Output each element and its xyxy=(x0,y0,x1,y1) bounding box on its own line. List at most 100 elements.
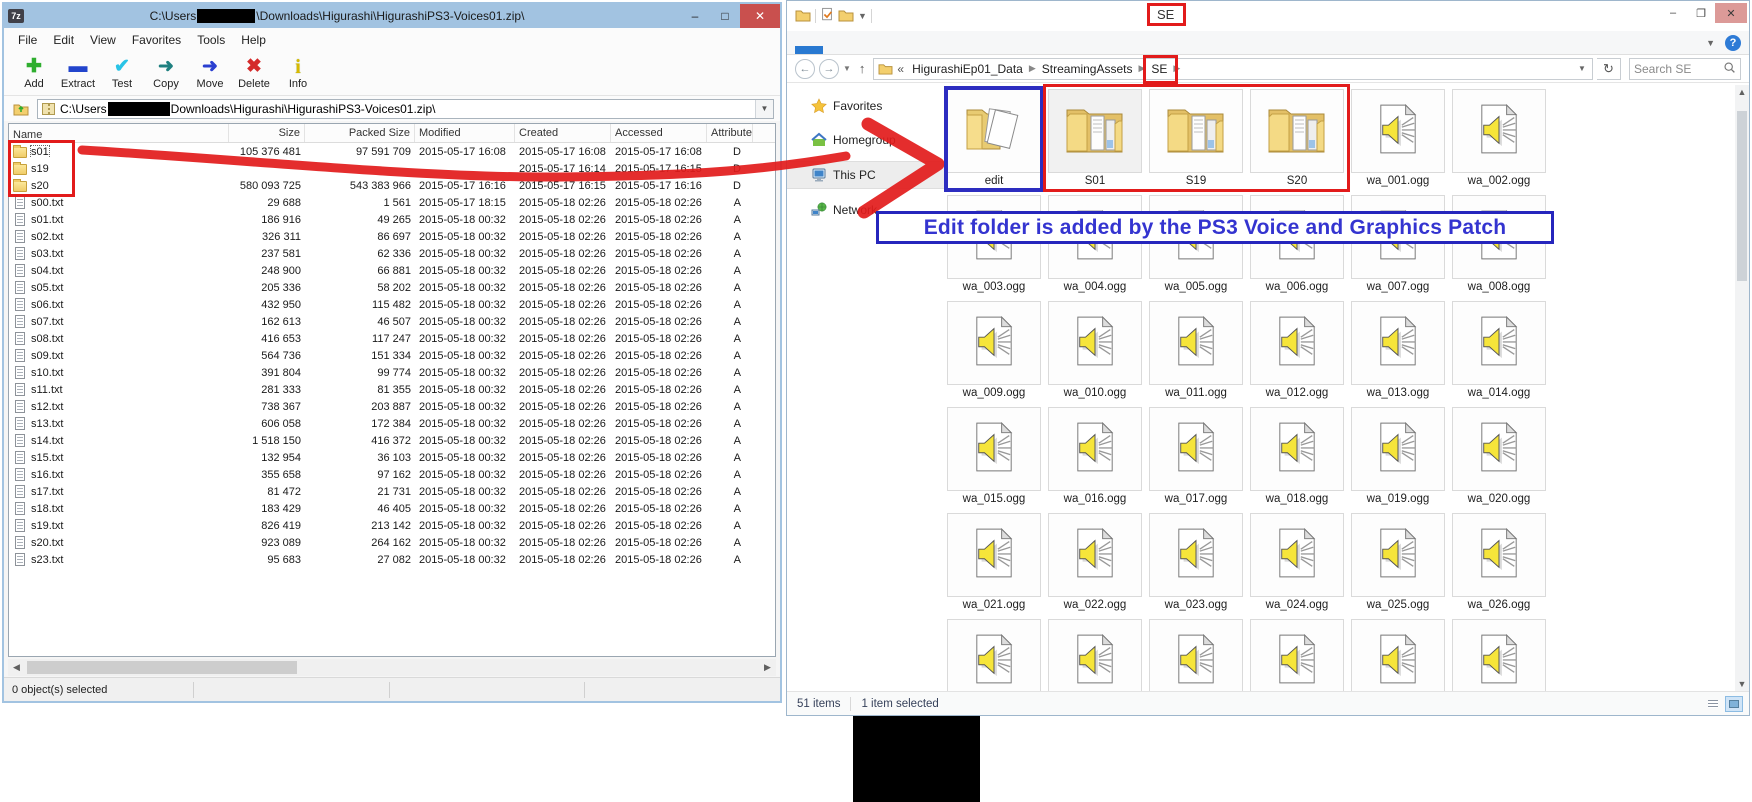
help-icon[interactable]: ? xyxy=(1725,35,1741,51)
file-tile[interactable]: wa_008.ogg xyxy=(1452,195,1546,295)
address-combobox[interactable]: C:\UsersDownloads\Higurashi\HigurashiPS3… xyxy=(37,99,774,119)
table-row[interactable]: s05.txt 205 336 58 202 2015-05-18 00:32 … xyxy=(9,279,775,296)
table-row[interactable]: s10.txt 391 804 99 774 2015-05-18 00:32 … xyxy=(9,364,775,381)
sidebar-item[interactable]: Favorites xyxy=(787,93,945,119)
refresh-button[interactable]: ↻ xyxy=(1597,58,1621,80)
menu-item[interactable]: Favorites xyxy=(124,30,189,50)
file-tile[interactable]: wa_022.ogg xyxy=(1048,513,1142,613)
scroll-left-icon[interactable]: ◀ xyxy=(8,662,25,673)
customize-qat-icon[interactable]: ▼ xyxy=(858,11,867,21)
folder-icon[interactable] xyxy=(795,8,811,25)
breadcrumb-overflow-icon[interactable]: « xyxy=(897,62,904,76)
table-row[interactable]: s00.txt 29 688 1 561 2015-05-17 18:15 20… xyxy=(9,194,775,211)
file-tile[interactable]: wa_003.ogg xyxy=(947,195,1041,295)
file-tile[interactable]: wa_012.ogg xyxy=(1250,301,1344,401)
toolbar-button[interactable]: ➜ Move xyxy=(188,57,232,90)
forward-button[interactable]: → xyxy=(819,59,839,79)
ribbon-tab[interactable] xyxy=(851,46,879,54)
file-tile[interactable]: wa_018.ogg xyxy=(1250,407,1344,507)
minimize-ribbon-icon[interactable]: ▼ xyxy=(1706,38,1715,48)
file-tile[interactable]: wa_019.ogg xyxy=(1351,407,1445,507)
menu-item[interactable]: Edit xyxy=(45,30,82,50)
file-tile[interactable]: wa_021.ogg xyxy=(947,513,1041,613)
file-tile[interactable] xyxy=(947,619,1041,691)
large-icons-view-icon[interactable] xyxy=(1725,696,1743,712)
sidebar-item[interactable]: This PC xyxy=(787,161,945,189)
toolbar-button[interactable]: ✖ Delete xyxy=(232,57,276,90)
file-tile[interactable]: wa_011.ogg xyxy=(1149,301,1243,401)
scrollbar-thumb[interactable] xyxy=(27,661,297,674)
table-row[interactable]: s04.txt 248 900 66 881 2015-05-18 00:32 … xyxy=(9,262,775,279)
table-row[interactable]: s15.txt 132 954 36 103 2015-05-18 00:32 … xyxy=(9,449,775,466)
menu-item[interactable]: Tools xyxy=(189,30,233,50)
toolbar-button[interactable]: ✔ Test xyxy=(100,57,144,90)
scroll-down-icon[interactable]: ▼ xyxy=(1734,679,1751,689)
table-row[interactable]: s19 2015-05-17 16:14 2015-05-17 16:15 D xyxy=(9,160,775,177)
file-tile[interactable]: S01 xyxy=(1048,89,1142,189)
breadcrumb-item[interactable]: SE xyxy=(1148,60,1170,78)
table-row[interactable]: s18.txt 183 429 46 405 2015-05-18 00:32 … xyxy=(9,500,775,517)
table-row[interactable]: s01 105 376 481 97 591 709 2015-05-17 16… xyxy=(9,143,775,160)
file-tile[interactable] xyxy=(1048,619,1142,691)
up-button[interactable]: ↑ xyxy=(855,61,870,76)
file-tile[interactable]: wa_005.ogg xyxy=(1149,195,1243,295)
file-tile[interactable]: wa_006.ogg xyxy=(1250,195,1344,295)
scroll-up-icon[interactable]: ▲ xyxy=(1734,87,1751,97)
menu-item[interactable]: File xyxy=(10,30,45,50)
explorer-titlebar[interactable]: ▼ SE – ❐ ✕ xyxy=(787,1,1749,31)
search-input[interactable]: Search SE xyxy=(1629,58,1741,80)
table-row[interactable]: s01.txt 186 916 49 265 2015-05-18 00:32 … xyxy=(9,211,775,228)
menu-item[interactable]: Help xyxy=(233,30,274,50)
maximize-button[interactable]: ❐ xyxy=(1687,3,1715,23)
table-row[interactable]: s14.txt 1 518 150 416 372 2015-05-18 00:… xyxy=(9,432,775,449)
table-row[interactable]: s03.txt 237 581 62 336 2015-05-18 00:32 … xyxy=(9,245,775,262)
table-row[interactable]: s23.txt 95 683 27 082 2015-05-18 00:32 2… xyxy=(9,551,775,568)
toolbar-button[interactable]: i Info xyxy=(276,57,320,90)
file-tile[interactable]: S20 xyxy=(1250,89,1344,189)
file-tile[interactable]: wa_004.ogg xyxy=(1048,195,1142,295)
ribbon-tab[interactable] xyxy=(795,46,823,54)
breadcrumb[interactable]: « HigurashiEp01_Data ▶ StreamingAssets ▶… xyxy=(873,58,1593,80)
file-tile[interactable] xyxy=(1452,619,1546,691)
file-tile[interactable] xyxy=(1351,619,1445,691)
properties-icon[interactable] xyxy=(820,7,834,25)
recent-locations-icon[interactable]: ▼ xyxy=(843,64,851,73)
table-row[interactable]: s20 580 093 725 543 383 966 2015-05-17 1… xyxy=(9,177,775,194)
up-folder-icon[interactable] xyxy=(10,99,32,119)
file-tile[interactable]: wa_009.ogg xyxy=(947,301,1041,401)
menu-item[interactable]: View xyxy=(82,30,124,50)
toolbar-button[interactable]: ➜ Copy xyxy=(144,57,188,90)
file-tile[interactable]: wa_026.ogg xyxy=(1452,513,1546,613)
file-tile[interactable]: wa_020.ogg xyxy=(1452,407,1546,507)
table-row[interactable]: s07.txt 162 613 46 507 2015-05-18 00:32 … xyxy=(9,313,775,330)
table-row[interactable]: s02.txt 326 311 86 697 2015-05-18 00:32 … xyxy=(9,228,775,245)
maximize-button[interactable]: □ xyxy=(710,4,740,28)
file-tile[interactable]: wa_016.ogg xyxy=(1048,407,1142,507)
file-tile[interactable]: wa_017.ogg xyxy=(1149,407,1243,507)
file-tile[interactable]: wa_015.ogg xyxy=(947,407,1041,507)
toolbar-button[interactable]: ✚ Add xyxy=(12,57,56,90)
chevron-down-icon[interactable]: ▼ xyxy=(1572,59,1592,79)
sidebar-item[interactable]: Homegroup xyxy=(787,127,945,153)
table-row[interactable]: s11.txt 281 333 81 355 2015-05-18 00:32 … xyxy=(9,381,775,398)
table-row[interactable]: s08.txt 416 653 117 247 2015-05-18 00:32… xyxy=(9,330,775,347)
ribbon-tab[interactable] xyxy=(823,46,851,54)
new-folder-icon[interactable] xyxy=(838,8,854,25)
back-button[interactable]: ← xyxy=(795,59,815,79)
details-view-icon[interactable] xyxy=(1704,696,1722,712)
scroll-right-icon[interactable]: ▶ xyxy=(759,662,776,673)
chevron-down-icon[interactable]: ▼ xyxy=(755,100,773,118)
vertical-scrollbar[interactable]: ▲ ▼ xyxy=(1735,85,1749,691)
file-tile[interactable] xyxy=(1250,619,1344,691)
file-tile[interactable]: edit xyxy=(947,89,1041,189)
file-tile[interactable]: S19 xyxy=(1149,89,1243,189)
minimize-button[interactable]: – xyxy=(680,4,710,28)
table-row[interactable]: s13.txt 606 058 172 384 2015-05-18 00:32… xyxy=(9,415,775,432)
ribbon-tab[interactable] xyxy=(879,46,907,54)
file-tile[interactable]: wa_007.ogg xyxy=(1351,195,1445,295)
horizontal-scrollbar[interactable]: ◀ ▶ xyxy=(8,659,776,676)
table-row[interactable]: s09.txt 564 736 151 334 2015-05-18 00:32… xyxy=(9,347,775,364)
table-header[interactable]: Name Size Packed Size Modified Created A… xyxy=(9,124,775,143)
table-row[interactable]: s12.txt 738 367 203 887 2015-05-18 00:32… xyxy=(9,398,775,415)
breadcrumb-item[interactable]: StreamingAssets xyxy=(1039,60,1136,78)
